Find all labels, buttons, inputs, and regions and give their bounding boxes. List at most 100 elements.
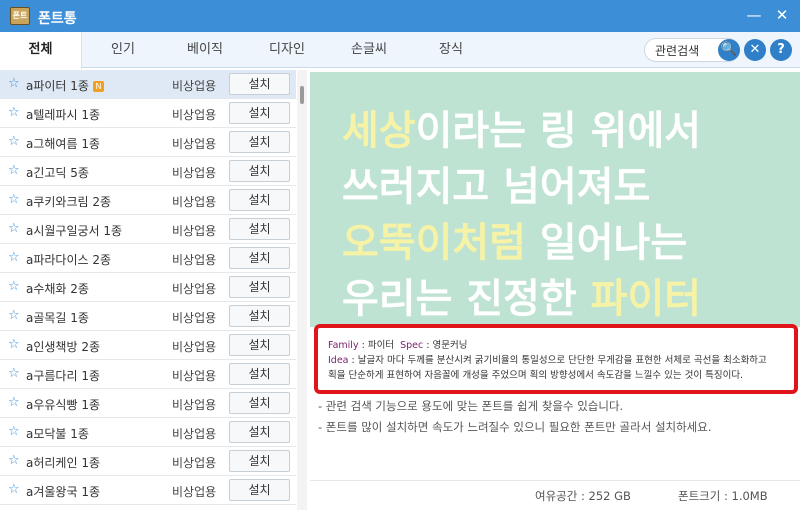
help-icon[interactable]: ? xyxy=(770,39,792,61)
install-button[interactable]: 설치 xyxy=(229,247,290,269)
tip-item: - 관련 검색 기능으로 용도에 맞는 폰트를 쉽게 찾을수 있습니다. xyxy=(318,399,624,413)
clear-search-icon[interactable]: ✕ xyxy=(744,39,766,61)
install-button[interactable]: 설치 xyxy=(229,421,290,443)
favorite-star-icon[interactable]: ☆ xyxy=(8,308,20,323)
category-tabs: 전체 인기 베이직 디자인 손글씨 장식 🔍 ✕ ? xyxy=(0,32,800,69)
preview-line-1: 세상이라는 링 위에서 xyxy=(342,108,702,154)
tab-popular[interactable]: 인기 xyxy=(82,32,164,68)
license-label: 비상업용 xyxy=(172,456,217,470)
favorite-star-icon[interactable]: ☆ xyxy=(8,424,20,439)
font-idea: Idea : 날글자 마다 두께를 분산시켜 굵기비율의 통일성으로 단단한 무… xyxy=(328,355,767,366)
favorite-star-icon[interactable]: ☆ xyxy=(8,134,20,149)
close-window-button[interactable]: ✕ xyxy=(770,4,794,26)
favorite-star-icon[interactable]: ☆ xyxy=(8,482,20,497)
list-item[interactable]: ☆ a쿠키와크림 2종 비상업용 설치 xyxy=(0,186,296,215)
scrollbar-thumb[interactable] xyxy=(300,86,304,104)
list-item[interactable]: ☆ a모닥불 1종 비상업용 설치 xyxy=(0,418,296,447)
spec-label: Spec xyxy=(400,340,424,351)
install-button[interactable]: 설치 xyxy=(229,131,290,153)
list-item[interactable]: ☆ a골목길 1종 비상업용 설치 xyxy=(0,302,296,331)
tab-all[interactable]: 전체 xyxy=(0,32,82,69)
favorite-star-icon[interactable]: ☆ xyxy=(8,221,20,236)
font-name: a수채화 2종 xyxy=(26,282,89,296)
install-button[interactable]: 설치 xyxy=(229,73,290,95)
license-label: 비상업용 xyxy=(172,398,217,412)
install-button[interactable]: 설치 xyxy=(229,160,290,182)
favorite-star-icon[interactable]: ☆ xyxy=(8,279,20,294)
list-item[interactable]: ☆ a긴고딕 5종 비상업용 설치 xyxy=(0,157,296,186)
install-button[interactable]: 설치 xyxy=(229,363,290,385)
idea-text: 날글자 마다 두께를 분산시켜 굵기비율의 통일성으로 단단한 무게감을 표현한… xyxy=(357,355,767,366)
install-button[interactable]: 설치 xyxy=(229,189,290,211)
font-name: a구름다리 1종 xyxy=(26,369,101,383)
install-button[interactable]: 설치 xyxy=(229,450,290,472)
status-bar: 여유공간 : 252 GB 폰트크기 : 1.0MB xyxy=(310,480,800,510)
license-label: 비상업용 xyxy=(172,224,217,238)
preview-line-2: 쓰러지고 넘어져도 xyxy=(342,164,651,210)
favorite-star-icon[interactable]: ☆ xyxy=(8,250,20,265)
list-item[interactable]: ☆ a파이터 1종 N 비상업용 설치 xyxy=(0,70,296,99)
favorite-star-icon[interactable]: ☆ xyxy=(8,192,20,207)
license-label: 비상업용 xyxy=(172,166,217,180)
license-label: 비상업용 xyxy=(172,253,217,267)
favorite-star-icon[interactable]: ☆ xyxy=(8,395,20,410)
preview-line-4: 우리는 진정한 파이터 xyxy=(342,276,702,322)
font-name: a우유식빵 1종 xyxy=(26,398,101,412)
minimize-button[interactable]: — xyxy=(742,4,766,26)
search-icon[interactable]: 🔍 xyxy=(718,39,740,61)
list-item[interactable]: ☆ a파라다이스 2종 비상업용 설치 xyxy=(0,244,296,273)
font-name: a시월구일궁서 1종 xyxy=(26,224,123,238)
install-button[interactable]: 설치 xyxy=(229,102,290,124)
favorite-star-icon[interactable]: ☆ xyxy=(8,105,20,120)
list-scrollbar[interactable] xyxy=(297,70,307,510)
list-item[interactable]: ☆ a구름다리 1종 비상업용 설치 xyxy=(0,360,296,389)
install-button[interactable]: 설치 xyxy=(229,334,290,356)
install-button[interactable]: 설치 xyxy=(229,218,290,240)
font-size-status: 폰트크기 : 1.0MB xyxy=(678,489,768,503)
font-name: a텔레파시 1종 xyxy=(26,108,101,122)
list-item[interactable]: ☆ a우유식빵 1종 비상업용 설치 xyxy=(0,389,296,418)
install-button[interactable]: 설치 xyxy=(229,392,290,414)
list-item[interactable]: ☆ a그해여름 1종 비상업용 설치 xyxy=(0,128,296,157)
license-label: 비상업용 xyxy=(172,311,217,325)
font-info-box: Family : 파이터 Spec : 영문커닝 Idea : 날글자 마다 두… xyxy=(314,324,798,394)
list-item[interactable]: ☆ a시월구일궁서 1종 비상업용 설치 xyxy=(0,215,296,244)
license-label: 비상업용 xyxy=(172,137,217,151)
list-item[interactable]: ☆ a수채화 2종 비상업용 설치 xyxy=(0,273,296,302)
free-space-status: 여유공간 : 252 GB xyxy=(535,489,631,503)
list-item[interactable]: ☆ a텔레파시 1종 비상업용 설치 xyxy=(0,99,296,128)
font-name: a허리케인 1종 xyxy=(26,456,101,470)
favorite-star-icon[interactable]: ☆ xyxy=(8,163,20,178)
license-label: 비상업용 xyxy=(172,427,217,441)
install-button[interactable]: 설치 xyxy=(229,305,290,327)
font-name: a골목길 1종 xyxy=(26,311,89,325)
font-name: a쿠키와크림 2종 xyxy=(26,195,112,209)
list-item[interactable]: ☆ a겨울왕국 1종 비상업용 설치 xyxy=(0,476,296,505)
install-button[interactable]: 설치 xyxy=(229,276,290,298)
family-value: 파이터 xyxy=(367,340,395,351)
list-item[interactable]: ☆ a허리케인 1종 비상업용 설치 xyxy=(0,447,296,476)
license-label: 비상업용 xyxy=(172,195,217,209)
tab-design[interactable]: 디자인 xyxy=(246,32,328,68)
list-item[interactable]: ☆ a인생책방 2종 비상업용 설치 xyxy=(0,331,296,360)
font-preview: 세상이라는 링 위에서 쓰러지고 넘어져도 오뚝이처럼 일어나는 우리는 진정한… xyxy=(310,72,800,327)
font-family-spec: Family : 파이터 Spec : 영문커닝 xyxy=(328,340,468,351)
new-badge: N xyxy=(92,81,104,92)
license-label: 비상업용 xyxy=(172,340,217,354)
favorite-star-icon[interactable]: ☆ xyxy=(8,453,20,468)
font-name: a파라다이스 2종 xyxy=(26,253,112,267)
favorite-star-icon[interactable]: ☆ xyxy=(8,366,20,381)
tab-decorative[interactable]: 장식 xyxy=(410,32,492,68)
usage-tips: - 관련 검색 기능으로 용도에 맞는 폰트를 쉽게 찾을수 있습니다. - 폰… xyxy=(318,396,712,438)
tab-basic[interactable]: 베이직 xyxy=(164,32,246,68)
favorite-star-icon[interactable]: ☆ xyxy=(8,337,20,352)
favorite-star-icon[interactable]: ☆ xyxy=(8,76,20,91)
spec-value: 영문커닝 xyxy=(432,340,468,351)
install-button[interactable]: 설치 xyxy=(229,479,290,501)
font-name: a그해여름 1종 xyxy=(26,137,101,151)
tip-item: - 폰트를 많이 설치하면 속도가 느려질수 있으니 필요한 폰트만 골라서 설… xyxy=(318,420,712,434)
tab-handwriting[interactable]: 손글씨 xyxy=(328,32,410,68)
app-logo-icon: 폰트 xyxy=(10,7,30,25)
font-name: a파이터 1종 N xyxy=(26,77,104,94)
license-label: 비상업용 xyxy=(172,485,217,499)
